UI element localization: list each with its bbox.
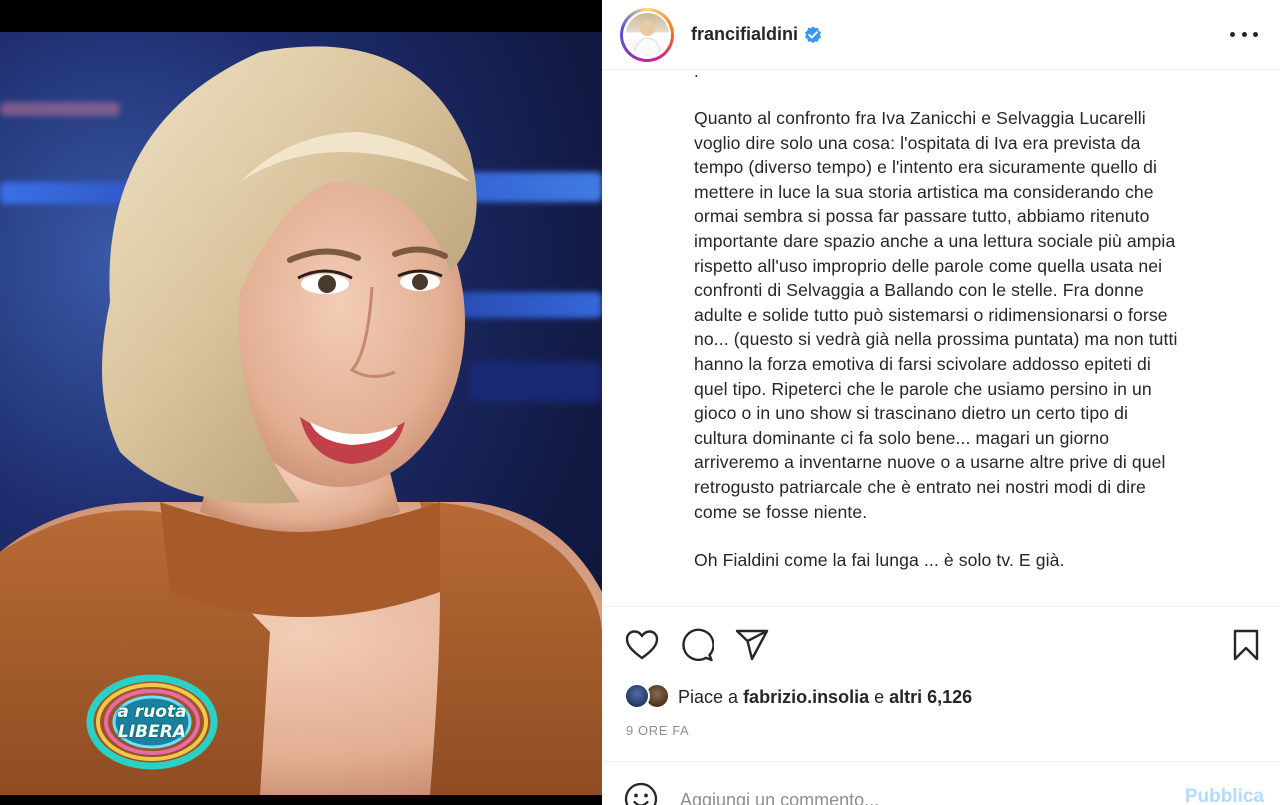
caption-line: cultura dominante ci fa solo bene... mag…	[694, 427, 1110, 448]
avatar-person-icon	[632, 19, 662, 56]
caption-line: tempo (diverso tempo) e l'intento era si…	[694, 157, 1158, 178]
post-timestamp[interactable]: 9 ORE FA	[626, 723, 689, 738]
post-header: francifialdini	[602, 0, 1280, 70]
likers-avatars[interactable]	[624, 683, 674, 711]
show-logo: a ruota LIBERA	[82, 672, 222, 772]
publish-button[interactable]: Pubblica	[1185, 786, 1264, 805]
caption-line: no... (questo si vedrà già nella prossim…	[694, 329, 1178, 350]
profile-avatar-ring[interactable]	[620, 7, 674, 62]
caption-line: adulte e solide tutto può sistemarsi o r…	[694, 304, 1168, 325]
comment-icon	[682, 628, 714, 662]
more-horizontal-icon-dot	[1253, 31, 1258, 37]
likes-summary: Piace a fabrizio.insolia e altri 6,126	[624, 682, 972, 712]
caption-truncated-line: .	[694, 70, 699, 81]
emoji-icon[interactable]	[624, 782, 658, 805]
caption-line: mettere in luce la sua storia artistica …	[694, 181, 1154, 202]
comment-button[interactable]	[679, 627, 715, 663]
heart-icon	[625, 630, 659, 660]
caption-line: come se fosse niente.	[694, 501, 868, 522]
post-caption: . Quanto al confronto fra Iva Zanicchi e…	[602, 70, 1280, 606]
caption-line: quel tipo. Ripeterci che le parole che u…	[694, 378, 1152, 399]
bookmark-icon	[1233, 629, 1259, 661]
caption-paragraph-1: Quanto al confronto fra Iva Zanicchi e S…	[694, 106, 1240, 524]
liker-username-link[interactable]: fabrizio.insolia	[743, 687, 869, 708]
caption-line: retrogusto patriarcale che è entrato nei…	[694, 476, 1146, 497]
share-icon	[735, 629, 769, 661]
action-icons-row	[624, 627, 789, 663]
more-horizontal-icon-dot	[1241, 31, 1247, 37]
post-photo: a ruota LIBERA	[0, 32, 602, 795]
caption-line: Quanto al confronto fra Iva Zanicchi e S…	[694, 108, 1146, 128]
more-horizontal-icon	[1230, 31, 1235, 37]
caption-line: arriveremo a inventarne nuove o a usarne…	[694, 452, 1166, 473]
caption-paragraph-2: Oh Fialdini come la fai lunga ... è solo…	[694, 550, 1065, 571]
comment-bar: Pubblica	[602, 761, 1280, 805]
profile-avatar[interactable]	[625, 13, 669, 56]
avatar-frame	[623, 10, 671, 59]
post-media[interactable]: a ruota LIBERA	[0, 0, 602, 805]
caption-line: hanno la forza emotiva di farsi scivolar…	[694, 353, 1151, 374]
likes-prefix: Piace a	[678, 686, 739, 707]
caption-line: ormai sembra si possa far passare tutto,…	[694, 206, 1150, 227]
likes-conjunction: e	[874, 686, 885, 707]
caption-line: importante dare spazio anche a una lettu…	[694, 230, 1176, 251]
like-button[interactable]	[624, 627, 660, 663]
liker-avatar	[624, 683, 650, 709]
more-options-button[interactable]	[1230, 22, 1258, 46]
post-actions: Piace a fabrizio.insolia e altri 6,126 9…	[602, 606, 1280, 761]
show-logo-line-1: a ruota	[117, 702, 187, 722]
caption-line: confronti di Selvaggia a Ballando con le…	[694, 280, 1144, 301]
post-username[interactable]: francifialdini	[691, 24, 798, 45]
likes-others-link[interactable]: altri 6,126	[889, 687, 972, 708]
comment-input[interactable]	[680, 786, 1160, 805]
save-button[interactable]	[1228, 627, 1264, 663]
caption-line: rispetto all'uso improprio delle parole …	[694, 255, 1163, 276]
caption-line: gioco o in uno show si trascinano dietro…	[694, 403, 1129, 424]
show-logo-line-2: LIBERA	[118, 722, 186, 742]
share-button[interactable]	[734, 627, 770, 663]
verified-badge-icon	[805, 26, 822, 43]
caption-line: voglio dire solo una cosa: l'ospitata di…	[694, 132, 1141, 153]
post-details-panel: francifialdini . Quanto al confronto fra…	[602, 0, 1280, 805]
